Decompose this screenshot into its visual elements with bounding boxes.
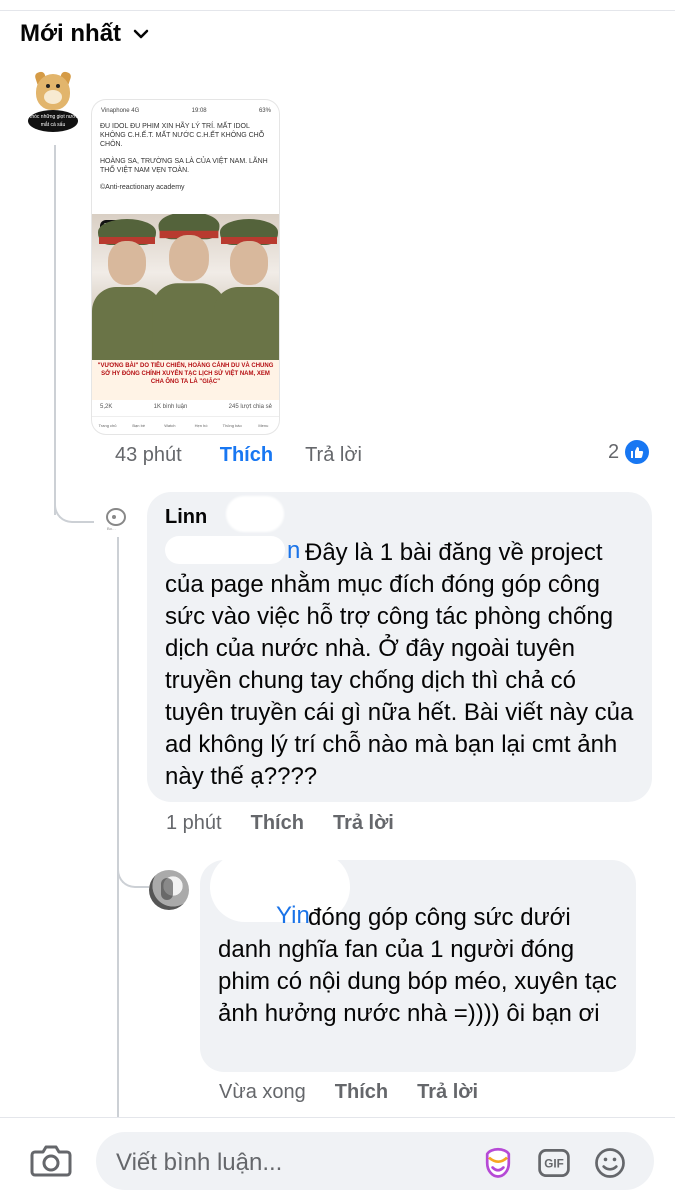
timestamp: 1 phút: [166, 812, 222, 834]
screenshot-comments: 1K bình luận: [153, 404, 188, 410]
comment-composer: Viết bình luận... GIF: [0, 1117, 675, 1200]
avatar[interactable]: [149, 870, 189, 910]
reply-actions: Vừa xong Thích Trả lời: [219, 1081, 478, 1104]
soldier-figure: [214, 214, 279, 361]
like-button[interactable]: Thích: [220, 444, 273, 467]
camera-icon[interactable]: [30, 1142, 72, 1178]
screenshot-paragraph: HOÀNG SA, TRƯỜNG SA LÀ CỦA VIỆT NAM. LÃN…: [100, 158, 268, 174]
screenshot-caption: ĐU IDOL ĐU PHIM XIN HÃY LÝ TRÍ. MẤT IDOL…: [100, 122, 270, 200]
comment-actions: 1 phút Thích Trả lời: [166, 812, 394, 835]
screenshot-nav-item: Hẹn hò: [194, 423, 208, 428]
screenshot-nav-item: Thông báo: [222, 423, 242, 428]
reply-button[interactable]: Trả lời: [333, 812, 394, 835]
screenshot-nav: Trang chủ Bạn bè Watch Hẹn hò Thông báo …: [92, 416, 279, 434]
reaction-count[interactable]: 2: [608, 440, 650, 464]
reply-button[interactable]: Trả lời: [305, 444, 362, 467]
avatar-caption: Khóc những giọt nước mắt cá sấu: [28, 110, 78, 132]
like-button[interactable]: Thích: [335, 1081, 388, 1104]
avatar[interactable]: Khóc những giọt nước mắt cá sấu: [28, 70, 78, 142]
reply-thread-line: [117, 537, 119, 1117]
reply-thread-elbow: [117, 850, 149, 888]
facebook-comments-screen: Mới nhất Khóc những giọt nước mắt cá sấu…: [0, 0, 675, 1200]
dog-muzzle: [44, 90, 62, 104]
screenshot-carrier: Vinaphone 4G: [101, 108, 140, 114]
reply-bubble[interactable]: đóng góp công sức dưới danh nghĩa fan củ…: [200, 852, 636, 1072]
screenshot-stats: 5,2K 1K bình luận 245 lượt chia sẻ: [100, 404, 272, 412]
screenshot-nav-item: Bạn bè: [132, 423, 146, 428]
screenshot-paragraph: ĐU IDOL ĐU PHIM XIN HÃY LÝ TRÍ. MẤT IDOL…: [100, 123, 265, 148]
reaction-number: 2: [608, 440, 620, 463]
screenshot-credit: ©Anti-reactionary academy: [100, 184, 185, 191]
soldiers-photo: LOVE: [92, 214, 279, 361]
comment-text: Đây là 1 bài đăng về project của page nh…: [165, 539, 634, 790]
screenshot-battery: 63%: [258, 108, 271, 114]
avatar-caption: Bo…: [107, 526, 116, 531]
mention-link[interactable]: n: [287, 537, 300, 565]
name-redaction: [226, 496, 284, 532]
emoji-icon[interactable]: [590, 1143, 630, 1183]
avatar-sticker-icon[interactable]: [478, 1143, 518, 1183]
timestamp: Vừa xong: [219, 1081, 306, 1103]
sort-label: Mới nhất: [20, 20, 122, 47]
screenshot-shares: 245 lượt chia sẻ: [228, 404, 272, 410]
dog-eye: [46, 84, 50, 88]
timestamp: 43 phút: [115, 444, 182, 466]
screenshot-nav-item: Menu: [258, 423, 269, 428]
avatar-bubble: [106, 508, 126, 526]
post-actions: 43 phút Thích Trả lời: [115, 444, 362, 467]
screenshot-nav-item: Trang chủ: [98, 423, 117, 428]
gif-label: GIF: [544, 1158, 563, 1171]
comment-bubble[interactable]: Linn Đây là 1 bài đăng về project của pa…: [147, 492, 652, 802]
mention-link[interactable]: Yin: [276, 902, 310, 930]
avatar[interactable]: Bo…: [106, 506, 128, 534]
reply-button[interactable]: Trả lời: [417, 1081, 478, 1104]
screenshot-reactions: 5,2K: [100, 404, 113, 410]
gif-icon[interactable]: GIF: [534, 1143, 574, 1183]
thread-elbow: [54, 495, 94, 523]
screenshot-status-bar: Vinaphone 4G 19:08 63%: [101, 108, 271, 118]
screenshot-banner: "VƯƠNG BÀI" DO TIÊU CHIẾN, HOÀNG CẢNH DU…: [92, 360, 279, 400]
like-button[interactable]: Thích: [251, 812, 304, 835]
sort-dropdown[interactable]: Mới nhất: [20, 20, 151, 48]
avatar-dot: [112, 515, 116, 519]
chevron-down-icon: [133, 29, 149, 39]
thread-line: [54, 145, 56, 515]
commenter-name[interactable]: Linn: [165, 506, 207, 529]
comment-image[interactable]: Vinaphone 4G 19:08 63% ĐU IDOL ĐU PHIM X…: [92, 100, 279, 434]
comment-input[interactable]: Viết bình luận... GIF: [96, 1132, 654, 1190]
like-icon: [625, 440, 650, 464]
mention-redaction: [165, 536, 285, 564]
dog-eye: [56, 84, 60, 88]
screenshot-nav-item: Watch: [164, 423, 176, 428]
composer-icons: GIF: [478, 1143, 630, 1183]
comment-placeholder: Viết bình luận...: [116, 1149, 283, 1176]
top-divider: [0, 10, 675, 11]
screenshot-time: 19:08: [191, 108, 207, 114]
